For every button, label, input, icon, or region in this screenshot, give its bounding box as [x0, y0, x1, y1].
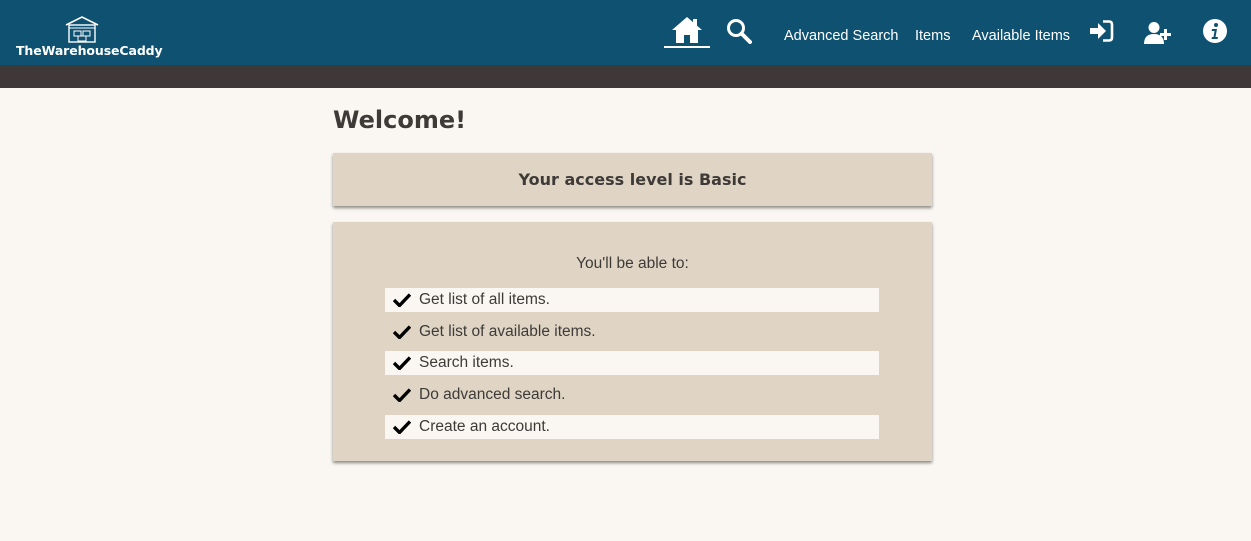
abilities-card: You'll be able to: Get list of all items… [333, 222, 932, 461]
nav-items-link[interactable]: Items [915, 28, 950, 44]
ability-label: Do advanced search. [419, 386, 566, 404]
top-navbar: TheWarehouseCaddy Advanced Search Items … [0, 0, 1251, 65]
abilities-list: Get list of all items. Get list of avail… [385, 288, 879, 446]
sign-in-icon [1090, 20, 1114, 42]
home-icon [672, 17, 702, 43]
ability-label: Search items. [419, 354, 514, 372]
ability-item: Get list of available items. [385, 320, 879, 344]
ability-item: Get list of all items. [385, 288, 879, 312]
nav-home-button[interactable] [664, 14, 710, 48]
nav-login-button[interactable] [1088, 20, 1114, 42]
access-level-card: Your access level is Basic [333, 153, 932, 206]
page-title: Welcome! [333, 106, 467, 134]
ability-label: Get list of available items. [419, 322, 596, 340]
abilities-intro: You'll be able to: [576, 255, 689, 272]
search-icon [727, 19, 752, 44]
nav-info-button[interactable] [1202, 18, 1228, 44]
sub-header-bar [0, 65, 1251, 88]
ability-item: Search items. [385, 351, 879, 376]
brand-name: TheWarehouseCaddy [16, 43, 163, 58]
ability-item: Do advanced search. [385, 383, 879, 407]
check-icon [393, 388, 411, 403]
ability-label: Create an account. [419, 417, 550, 435]
nav-register-button[interactable] [1144, 21, 1172, 45]
warehouse-icon [65, 16, 99, 43]
ability-item: Create an account. [385, 414, 879, 439]
check-icon [393, 325, 411, 339]
access-level-text: Your access level is Basic [518, 170, 747, 189]
check-icon [393, 293, 411, 307]
brand-home-link[interactable]: TheWarehouseCaddy [16, 13, 163, 59]
user-plus-icon [1144, 22, 1171, 44]
check-icon [393, 356, 411, 371]
ability-label: Get list of all items. [419, 291, 550, 308]
nav-available-items-link[interactable]: Available Items [972, 28, 1070, 44]
check-icon [393, 420, 411, 434]
nav-search-button[interactable] [726, 18, 752, 44]
info-icon [1203, 19, 1227, 43]
nav-advanced-search-link[interactable]: Advanced Search [784, 28, 898, 44]
